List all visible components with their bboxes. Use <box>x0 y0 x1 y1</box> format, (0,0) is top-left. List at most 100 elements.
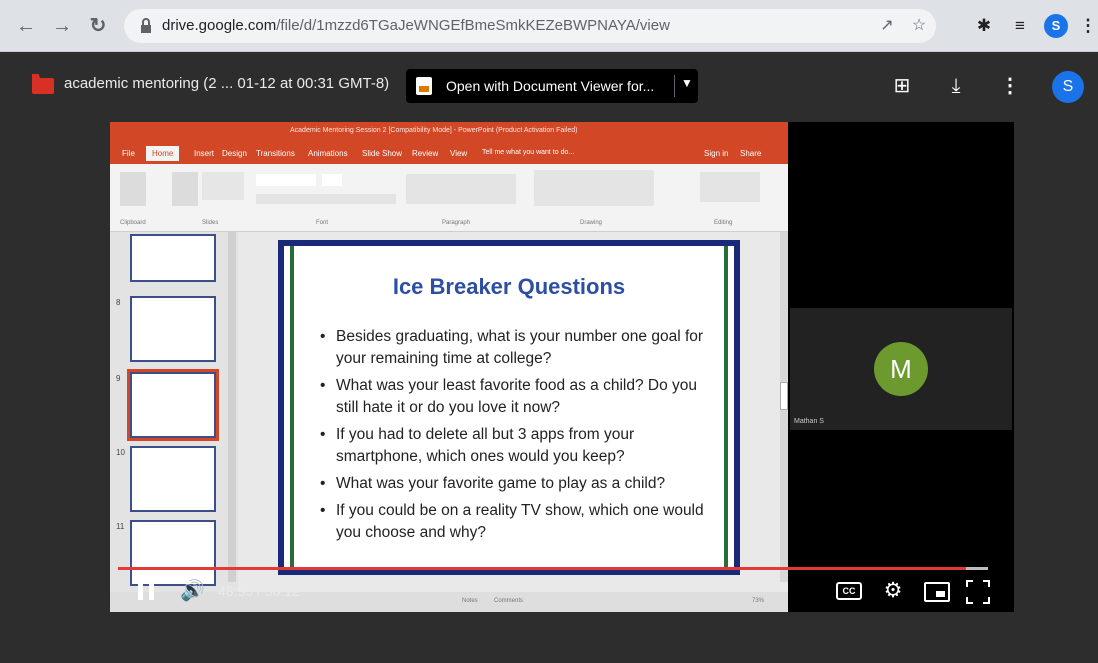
url-path: /file/d/1mzzd6TGaJeWNGEfBmeSmkKEZeBWPNAY… <box>276 17 670 34</box>
url-host: drive.google.com <box>162 17 277 34</box>
participant-avatar: M <box>874 342 928 396</box>
miniplayer-icon[interactable] <box>924 582 950 602</box>
drawing-shapes-icons <box>534 170 654 206</box>
progress-played <box>118 567 966 570</box>
scrollbar-thumb <box>780 382 788 410</box>
back-arrow-icon[interactable]: ← <box>14 14 38 38</box>
editing-icons <box>700 172 760 202</box>
settings-gear-icon[interactable]: ⚙ <box>880 578 906 604</box>
corner <box>983 580 990 587</box>
bullet-item: Besides graduating, what is your number … <box>320 326 720 370</box>
open-with-button[interactable]: Open with Document Viewer for... ▼ <box>406 69 698 103</box>
ppt-title-bar: Academic Mentoring Session 2 [Compatibil… <box>110 122 788 144</box>
divider <box>674 75 675 97</box>
paste-icon <box>120 172 146 206</box>
thumbnail-number: 11 <box>116 522 125 531</box>
corner <box>983 597 990 604</box>
progress-buffered <box>965 567 988 570</box>
slide-thumbnail-selected <box>127 369 219 441</box>
time-display: 48:55 / 50:12 <box>218 583 300 599</box>
slide-scrollbar <box>780 232 788 582</box>
slide-thumbnails-pane: 8 9 10 11 <box>110 232 238 612</box>
paragraph-icons <box>406 174 516 204</box>
bookmark-star-icon[interactable]: ☆ <box>908 15 930 37</box>
slide-thumbnail <box>130 296 216 362</box>
ppt-tab: File <box>122 149 135 158</box>
download-icon[interactable]: ⤓ <box>942 72 970 100</box>
corner <box>966 580 973 587</box>
video-progress-bar[interactable] <box>118 567 988 570</box>
video-player[interactable]: Academic Mentoring Session 2 [Compatibil… <box>110 122 1014 612</box>
lock-icon <box>141 18 151 33</box>
forward-arrow-icon[interactable]: → <box>50 14 74 38</box>
slide-thumbnail <box>130 520 216 586</box>
slide-layout-options <box>202 172 244 200</box>
zoom-level: 73% <box>752 598 765 604</box>
bullet-list: Besides graduating, what is your number … <box>320 326 720 549</box>
bullet-item: If you had to delete all but 3 apps from… <box>320 424 720 468</box>
fullscreen-icon[interactable] <box>966 580 990 604</box>
notes-label: Notes <box>462 598 478 604</box>
ppt-tab: Slide Show <box>362 149 403 158</box>
ribbon-group-label: Slides <box>202 220 219 226</box>
captions-button[interactable]: CC <box>836 582 862 600</box>
chevron-down-icon[interactable]: ▼ <box>681 76 693 90</box>
ppt-ribbon-tabs: File Home Insert Design Transitions Anim… <box>110 144 788 164</box>
ppt-window-title: Academic Mentoring Session 2 [Compatibil… <box>290 127 578 134</box>
video-file-icon <box>32 78 54 94</box>
ppt-ribbon: Clipboard Slides Font Paragraph Drawing … <box>110 164 788 232</box>
add-to-drive-icon[interactable]: ⊞ <box>888 72 916 100</box>
comments-label: Comments <box>494 598 524 604</box>
ppt-tab: Tell me what you want to do... <box>482 149 575 156</box>
ribbon-group-label: Font <box>316 220 329 226</box>
slide-content: Ice Breaker Questions Besides graduating… <box>290 246 728 569</box>
browser-menu-icon[interactable]: ⋮ <box>1076 14 1098 38</box>
ppt-tab: Sign in <box>704 149 729 158</box>
shared-screen-powerpoint: Academic Mentoring Session 2 [Compatibil… <box>110 122 788 612</box>
thumbnail-number: 8 <box>116 298 121 307</box>
ppt-tab: Design <box>222 149 247 158</box>
ppt-tab: Share <box>740 149 762 158</box>
more-options-icon[interactable]: ⋮ <box>996 72 1024 100</box>
thumbnail-number: 9 <box>116 374 121 383</box>
file-title: academic mentoring (2 ... 01-12 at 00:31… <box>64 75 390 92</box>
ribbon-group-label: Clipboard <box>120 220 146 226</box>
ppt-tab: Review <box>412 149 439 158</box>
ppt-tab: Transitions <box>256 149 295 158</box>
document-viewer-icon <box>416 77 432 95</box>
address-bar[interactable]: drive.google.com/file/d/1mzzd6TGaJeWNGEf… <box>124 9 936 43</box>
ppt-tab: Animations <box>308 149 348 158</box>
font-name-box <box>256 174 316 186</box>
font-size-box <box>322 174 342 186</box>
corner <box>966 597 973 604</box>
ppt-tab: View <box>450 149 468 158</box>
slide-canvas: Ice Breaker Questions Besides graduating… <box>278 240 740 575</box>
bullet-item: If you could be on a reality TV show, wh… <box>320 500 720 544</box>
ppt-status-bar: Notes Comments 73% <box>110 592 788 612</box>
reading-list-icon[interactable]: ≡ <box>1008 14 1032 38</box>
open-with-label: Open with Document Viewer for... <box>446 78 655 94</box>
reload-icon[interactable]: ↻ <box>86 14 110 38</box>
slide-thumbnail <box>130 234 216 282</box>
ribbon-group-label: Editing <box>714 220 733 226</box>
participant-tile: M Mathan S <box>790 308 1012 430</box>
share-icon[interactable]: ↗ <box>876 15 898 37</box>
volume-icon[interactable]: 🔊 <box>180 578 208 604</box>
url-text: drive.google.com/file/d/1mzzd6TGaJeWNGEf… <box>162 17 670 34</box>
font-format-icons <box>256 194 396 204</box>
extensions-puzzle-icon[interactable]: ✱ <box>972 14 996 38</box>
viewer-header: academic mentoring (2 ... 01-12 at 00:31… <box>0 52 1098 116</box>
pause-bar-left <box>138 580 143 600</box>
slide-heading: Ice Breaker Questions <box>392 274 626 299</box>
bullet-item: What was your least favorite food as a c… <box>320 375 720 419</box>
ribbon-group-label: Drawing <box>580 220 603 226</box>
slide-thumbnail <box>130 446 216 512</box>
account-avatar[interactable]: S <box>1052 71 1084 103</box>
browser-toolbar: ← → ↻ drive.google.com/file/d/1mzzd6TGaJ… <box>0 0 1098 52</box>
ppt-tab: Home <box>146 146 180 161</box>
thumbnail-number: 10 <box>116 448 125 457</box>
participant-name: Mathan S <box>794 418 824 425</box>
browser-profile-avatar[interactable]: S <box>1044 14 1068 38</box>
pause-button[interactable] <box>136 580 158 602</box>
new-slide-icon <box>172 172 198 206</box>
